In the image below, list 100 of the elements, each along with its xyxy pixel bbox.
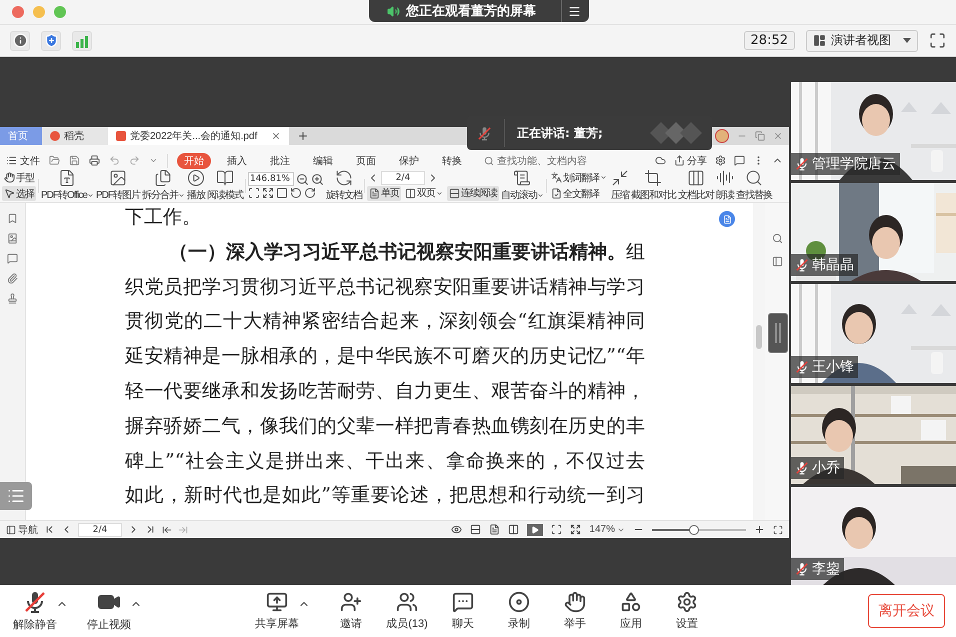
fit-width-icon[interactable] [570,524,582,535]
fullscreen-icon[interactable] [773,524,783,534]
rotate-right-icon[interactable] [304,187,316,199]
share-button[interactable]: 共享屏幕 [254,591,300,631]
ribbon-tool[interactable]: 旋转文档 [326,169,362,202]
leave-meeting-button[interactable]: 离开会议 [868,594,945,628]
menu-tab[interactable]: 转换 [435,152,469,168]
panel-icon[interactable] [772,256,782,267]
continuous-icon[interactable] [470,524,482,535]
ribbon-tool[interactable]: PDF转图片 [96,169,140,202]
fullscreen-button[interactable] [929,32,946,49]
eye-icon[interactable] [451,524,462,535]
ribbon-tool[interactable]: 阅读模式 [206,169,243,202]
more-icon[interactable] [149,156,158,165]
new-tab-button[interactable] [297,130,310,142]
menu-tab[interactable]: 保护 [392,152,426,168]
zoom-in-icon[interactable] [310,172,324,186]
slider-thumb[interactable] [689,524,700,534]
document-text-line: 轻一代要继承和发扬吃苦耐劳、自力更生、艰苦奋斗的精神， [125,378,645,404]
settings-icon[interactable] [715,155,726,166]
cloud-icon[interactable] [655,155,666,166]
collapse-handle[interactable] [768,313,788,353]
attachment-icon[interactable] [7,273,18,284]
first-page-icon[interactable] [44,524,55,535]
view-mode-tool[interactable]: 连续阅读 [446,186,499,200]
search-icon[interactable] [772,233,782,244]
zoom-in-icon[interactable] [754,524,765,535]
ribbon-tool[interactable]: 拆分合并 [142,169,185,202]
comment-icon[interactable] [7,253,18,264]
hand-button[interactable]: 举手 [552,591,598,631]
settings-button[interactable]: 设置 [664,591,710,631]
bookmark-icon[interactable] [7,213,18,224]
document-tab[interactable]: 党委2022年关...会的通知.pdf [108,127,290,145]
info-button[interactable] [10,30,30,50]
ribbon-tool[interactable]: 播放 [186,169,205,202]
single-page-icon[interactable] [489,524,500,535]
user-avatar[interactable] [715,129,729,143]
pointer-tool[interactable]: 手型 [2,170,36,185]
zoom-field[interactable]: 146.81% [248,172,294,186]
zoom-dropdown[interactable]: 147% [589,524,625,535]
back-icon[interactable] [162,524,172,534]
security-button[interactable] [41,30,61,50]
thumbnail-icon[interactable] [7,233,18,244]
open-icon[interactable] [49,155,60,166]
list-toggle-button[interactable] [0,482,32,510]
menu-icon [6,155,17,166]
ribbon-tool[interactable]: 查找替换 [736,169,772,202]
navigation-button[interactable]: 导航 [6,522,38,536]
fit-page-icon[interactable] [248,187,260,199]
menu-tab[interactable]: 开始 [177,152,211,168]
members-button[interactable]: 成员(13) [384,591,430,631]
ribbon-tool[interactable]: 压缩 [610,169,629,202]
zoom-out-icon[interactable] [296,172,309,186]
mic-button[interactable]: 解除静音 [12,590,58,632]
fit-page-icon[interactable] [551,524,562,535]
view-mode-tool[interactable]: 单页 [366,186,401,200]
share-button[interactable]: 分享 [674,154,707,168]
view-mode-dropdown[interactable]: 演讲者视图 [806,30,918,52]
double-page-icon[interactable] [508,524,520,535]
menu-tab[interactable]: 编辑 [306,152,340,168]
page-field[interactable]: 2/4 [78,522,122,536]
view-mode-tool[interactable]: 双页 [402,186,445,200]
save-icon[interactable] [69,155,80,166]
translate-tool[interactable]: 全文翻译 [548,186,609,201]
ribbon-tool[interactable]: 自动滚动 [500,169,544,202]
menu-tab[interactable]: 插入 [220,152,254,168]
page-field[interactable]: 2/4 [380,170,425,184]
translate-tool[interactable]: 划词翻译 [548,170,609,185]
pointer-tool[interactable]: 选择 [2,186,36,201]
chat-icon [452,591,474,613]
camera-button[interactable]: 停止视频 [86,590,132,632]
search-field[interactable]: 查找功能、文档内容 [484,154,587,168]
close-window-button[interactable] [12,6,24,18]
menu-tab[interactable]: 批注 [263,152,297,168]
fit-width-icon[interactable] [262,187,274,199]
ribbon-tool[interactable]: 文档比对 [678,169,714,202]
apps-button[interactable]: 应用 [608,591,654,631]
restore-icon[interactable] [755,131,765,141]
comment-icon[interactable] [734,155,745,166]
last-page-icon[interactable] [145,524,156,535]
document-tab[interactable]: 稻壳 [42,127,108,145]
menu-tab[interactable]: 页面 [349,152,383,168]
ribbon-tool[interactable]: 朗读 [716,169,734,202]
file-menu[interactable]: 文件 [6,154,40,168]
ribbon-tool[interactable]: 截图和对比 [630,169,676,202]
ribbon-tool[interactable]: PDF转Office [41,169,94,202]
chat-button[interactable]: 聊天 [440,591,486,631]
rotate-left-icon[interactable] [290,187,302,199]
print-icon[interactable] [89,155,100,166]
menu-icon[interactable] [568,4,581,18]
stamp-icon[interactable] [7,293,18,304]
scrollbar-thumb[interactable] [756,325,762,349]
actual-size-icon[interactable] [276,187,288,199]
docer-logo-icon [50,131,60,141]
play-button[interactable] [527,524,544,536]
close-icon[interactable] [773,131,783,141]
assistant-button[interactable] [719,211,735,227]
info-icon [12,33,28,48]
record-button[interactable]: 录制 [496,591,542,631]
invite-button[interactable]: 邀请 [328,591,374,631]
